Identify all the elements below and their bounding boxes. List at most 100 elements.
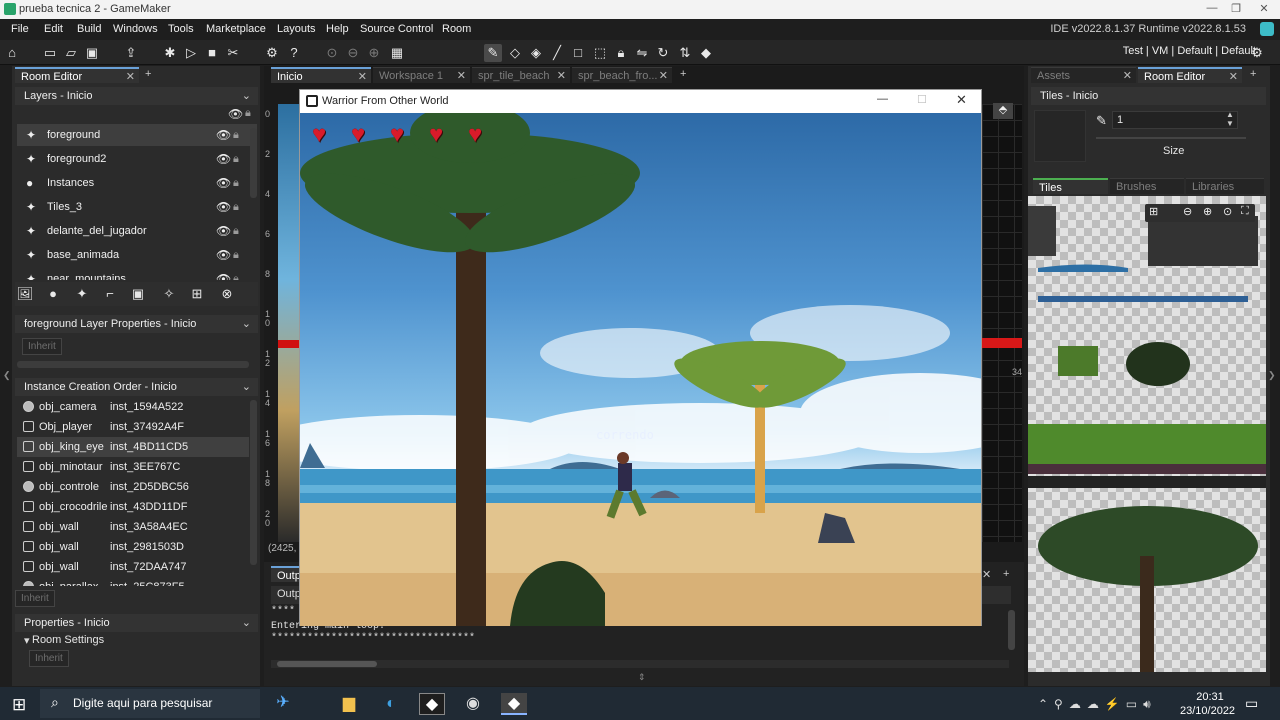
target-settings-icon[interactable]: ⚙ (1248, 44, 1266, 62)
close-icon[interactable]: ✕ (1229, 69, 1238, 85)
tab-brushes[interactable]: Brushes (1110, 178, 1184, 194)
lock-icon[interactable]: 🔒︎ (233, 196, 239, 218)
help-icon[interactable]: ? (285, 44, 303, 62)
target-selector[interactable]: Test | VM | Default | Default (1123, 45, 1256, 57)
chat-icon[interactable] (1260, 22, 1274, 36)
layers-scrollbar[interactable] (250, 128, 257, 198)
flip-icon[interactable]: ⇋ (633, 44, 651, 62)
add-tab-icon[interactable]: + (1003, 568, 1009, 580)
tab-inicio[interactable]: Inicio ✕ (271, 67, 371, 83)
output-subtab[interactable]: Outp (277, 588, 301, 600)
eye-icon[interactable]: 👁︎ (216, 220, 231, 242)
settings-icon[interactable]: ⚙ (263, 44, 281, 62)
widgets-icon[interactable]: ✈ (270, 692, 296, 714)
lock-icon[interactable]: 🔒︎ (233, 244, 239, 266)
eye-icon[interactable]: 👁︎ (216, 196, 231, 218)
mirror-icon[interactable]: ⇅ (676, 44, 694, 62)
zoom-out-icon[interactable]: ⊖ (344, 44, 362, 62)
game-task-icon[interactable]: ◆ (501, 693, 527, 715)
tab-assets[interactable]: Assets ✕ (1031, 67, 1136, 83)
gamemaker-task-icon[interactable]: ◆ (419, 693, 445, 715)
instance-scrollbar[interactable] (250, 400, 257, 565)
menu-help[interactable]: Help (326, 23, 349, 35)
eye-icon[interactable]: 👁︎ (216, 268, 231, 280)
output-vscroll[interactable] (1008, 610, 1015, 650)
zoom-reset-icon[interactable]: ⊙ (1223, 205, 1232, 218)
menu-tools[interactable]: Tools (168, 23, 194, 35)
notifications-icon[interactable]: ▭ (1245, 695, 1258, 712)
maximize-icon[interactable]: ❐ (1224, 2, 1248, 17)
layer-row[interactable]: ✦ base_animada 👁︎ 🔒︎ (17, 244, 257, 266)
tab-room-editor-left[interactable]: Room Editor ✕ (15, 67, 139, 83)
eye-icon[interactable]: 👁︎ (228, 107, 243, 121)
eye-icon[interactable]: 👁︎ (216, 172, 231, 194)
close-icon[interactable]: ✕ (956, 92, 967, 108)
instance-layer-icon[interactable]: ● (44, 285, 62, 303)
properties-header[interactable]: Properties - Inicio ⌄ (15, 614, 258, 632)
collapse-right-icon[interactable]: ❯ (1268, 370, 1276, 381)
instance-row[interactable]: obj_crocodrile inst_43DD11DF (17, 497, 249, 517)
obs-icon[interactable]: ◉ (460, 693, 486, 715)
fit-icon[interactable]: ⛶ (1241, 205, 1249, 218)
tab-workspace-1[interactable]: Workspace 1 ✕ (373, 67, 470, 83)
menu-edit[interactable]: Edit (44, 23, 63, 35)
home-icon[interactable]: ⌂ (3, 44, 21, 62)
line-icon[interactable]: ╱ (548, 44, 566, 62)
lock-icon[interactable]: 🔒︎ (245, 107, 251, 120)
close-icon[interactable]: ✕ (1252, 2, 1276, 17)
add-tab-icon[interactable]: + (1250, 68, 1256, 80)
brush-size-input[interactable]: 1 (1112, 111, 1238, 129)
room-settings-label[interactable]: Room Settings (32, 634, 104, 646)
effect-layer-icon[interactable]: ✧ (160, 285, 178, 303)
stop-icon[interactable]: ■ (203, 44, 221, 62)
add-tab-icon[interactable]: + (680, 68, 686, 80)
eraser-icon[interactable]: ◇ (506, 44, 524, 62)
inherit-button[interactable]: Inherit (22, 338, 62, 355)
zoom-reset-icon[interactable]: ⊙ (323, 44, 341, 62)
tab-libraries[interactable]: Libraries (1186, 178, 1264, 194)
lock-icon[interactable]: 🔒︎ (233, 220, 239, 242)
instance-row[interactable]: obj_wall inst_2981503D (17, 537, 249, 557)
fill-icon[interactable]: ◈ (527, 44, 545, 62)
chevron-down-icon[interactable]: ⌄ (242, 315, 251, 333)
add-tab-icon[interactable]: + (145, 68, 151, 80)
instance-row[interactable]: Obj_player inst_37492A4F (17, 417, 249, 437)
menu-windows[interactable]: Windows (113, 23, 158, 35)
inherit-button-3[interactable]: Inherit (29, 650, 69, 667)
chevron-down-icon[interactable]: ⌄ (242, 614, 251, 632)
tab-room-editor-right[interactable]: Room Editor ✕ (1138, 67, 1242, 83)
instance-row[interactable]: obj_king_eye inst_4BD11CD5 (17, 437, 249, 457)
zoom-in-icon[interactable]: ⊕ (365, 44, 383, 62)
export-icon[interactable]: ⇪ (122, 44, 140, 62)
debug-icon[interactable]: ✱ (161, 44, 179, 62)
tileset-view[interactable]: ⊞ ⊖ ⊕ ⊙ ⛶ (1028, 196, 1266, 672)
menu-source-control[interactable]: Source Control (360, 23, 433, 35)
eye-icon[interactable]: 👁︎ (216, 244, 231, 266)
layer-row[interactable]: ✦ near_mountains 👁︎ 🔒︎ (17, 268, 257, 280)
game-canvas[interactable]: correndo ♥ ♥ ♥ ♥ ♥ (300, 113, 981, 626)
menu-build[interactable]: Build (77, 23, 101, 35)
close-icon[interactable]: ✕ (659, 68, 668, 84)
lock-tool-icon[interactable]: 🔒︎ (612, 44, 630, 62)
run-icon[interactable]: ▷ (182, 44, 200, 62)
save-icon[interactable]: ▣ (83, 44, 101, 62)
layers-header[interactable]: Layers - Inicio ⌄ (15, 87, 258, 105)
instance-row[interactable]: obj_wall inst_72DAA747 (17, 557, 249, 577)
game-window[interactable]: Warrior From Other World — ☐ ✕ correndo … (299, 89, 982, 626)
size-slider[interactable] (1096, 137, 1246, 139)
instance-row[interactable]: obj_camera inst_1594A522 (17, 397, 249, 417)
tiles-header[interactable]: Tiles - Inicio (1031, 87, 1266, 105)
lock-icon[interactable]: 🔒︎ (233, 268, 239, 280)
instance-order-header[interactable]: Instance Creation Order - Inicio ⌄ (15, 378, 258, 396)
select-icon[interactable]: ⬚ (591, 44, 609, 62)
instance-row[interactable]: obj_minotaur inst_3EE767C (17, 457, 249, 477)
menu-layouts[interactable]: Layouts (277, 23, 316, 35)
eye-icon[interactable]: 👁︎ (216, 124, 231, 146)
collapse-left-icon[interactable]: ❮ (3, 370, 11, 381)
menu-marketplace[interactable]: Marketplace (206, 23, 266, 35)
layer-row[interactable]: ✦ foreground2 👁︎ 🔒︎ (17, 148, 257, 170)
lock-icon[interactable]: 🔒︎ (233, 148, 239, 170)
tab-spr-beach-front[interactable]: spr_beach_fro... ✕ (572, 67, 672, 83)
tab-tiles[interactable]: Tiles (1033, 178, 1108, 194)
instance-row[interactable]: obj_parallax inst_25C873F5 (17, 577, 249, 586)
